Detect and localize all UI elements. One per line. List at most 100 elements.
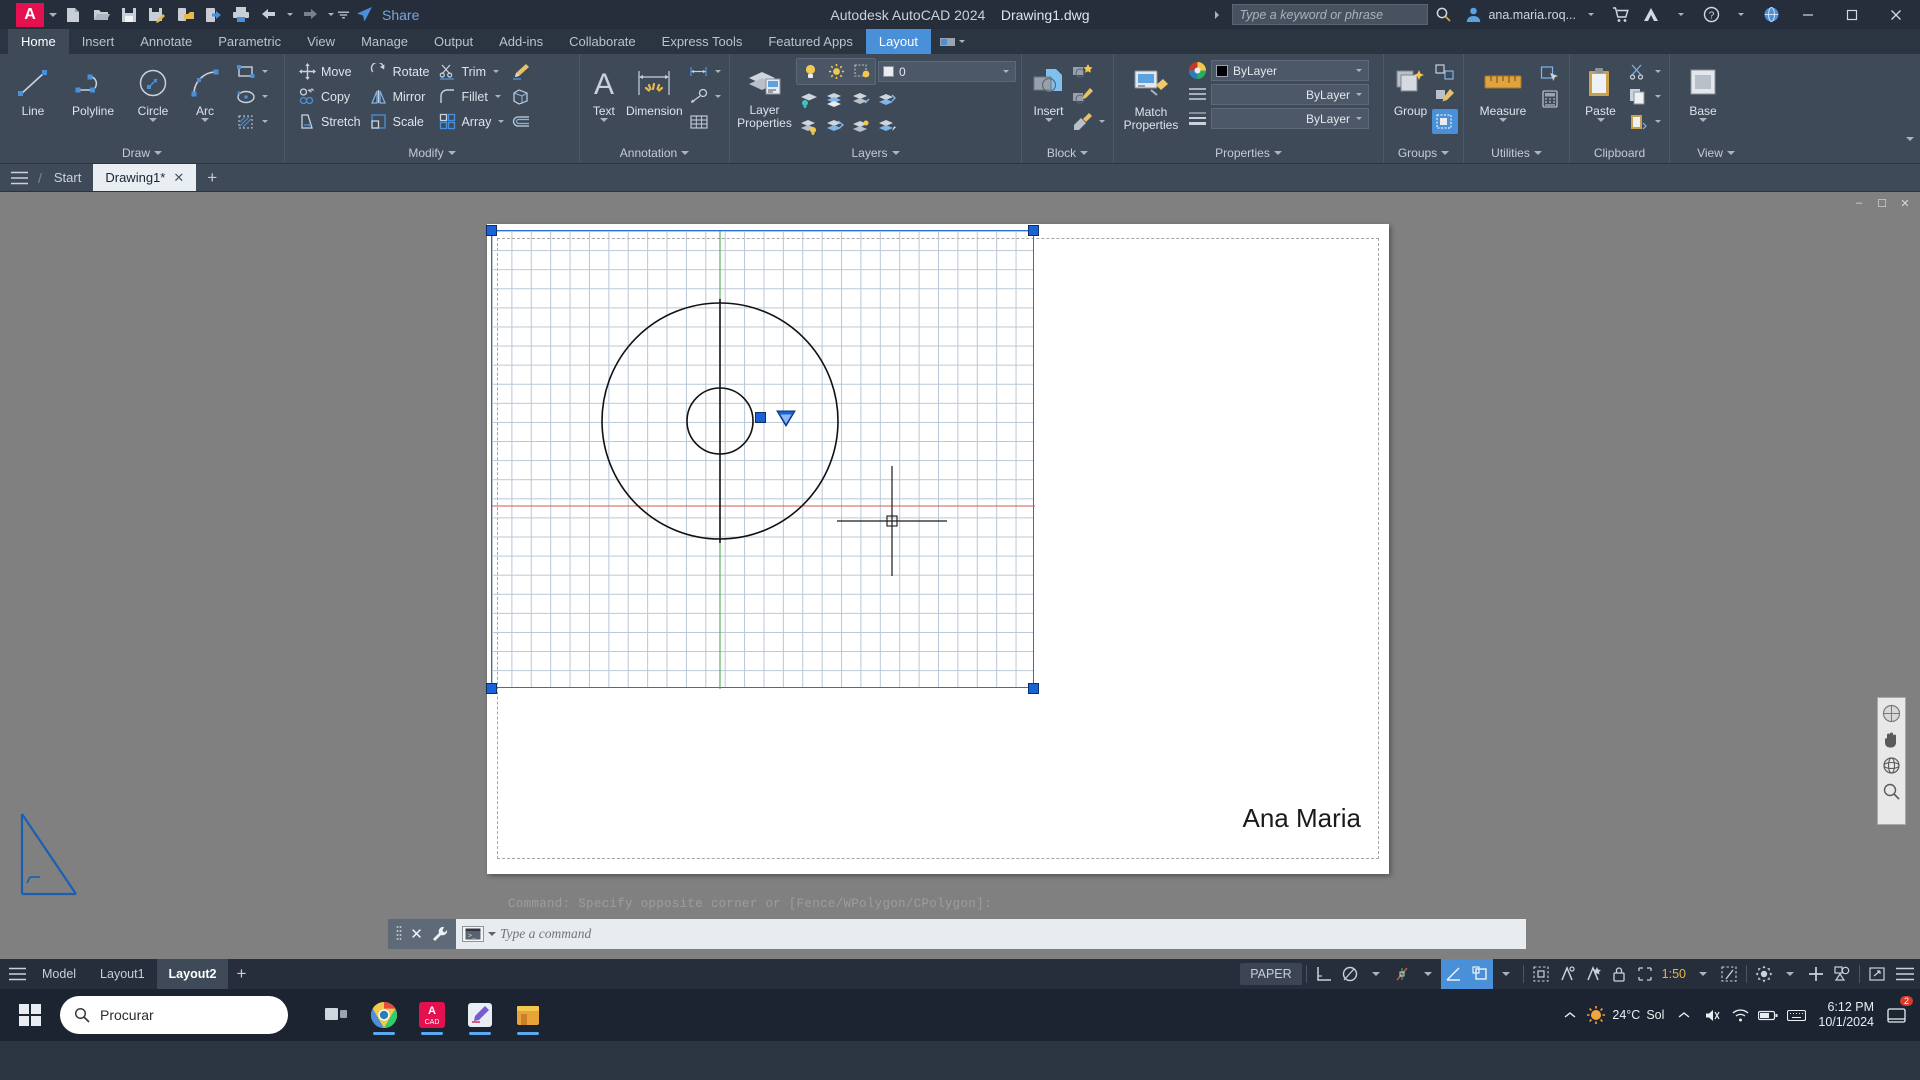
tray-expand-icon[interactable] [1672, 1000, 1696, 1030]
erase-icon[interactable] [507, 59, 533, 84]
modify-fillet-chevron-icon[interactable] [492, 95, 504, 98]
ortho-icon[interactable] [1311, 959, 1337, 989]
undo-icon[interactable] [255, 3, 283, 27]
ungroup-icon[interactable] [1432, 59, 1458, 84]
taskbar-search-input[interactable]: Procurar [60, 996, 288, 1034]
rectangle-chevron-icon[interactable] [259, 70, 271, 73]
battery-icon[interactable] [1756, 1000, 1780, 1030]
plot-icon[interactable] [227, 3, 255, 27]
modify-scale-button[interactable]: Scale [365, 109, 434, 134]
draw-arc-button[interactable]: Arc [181, 59, 229, 122]
volume-icon[interactable] [1700, 1000, 1724, 1030]
modify-copy-button[interactable]: Copy [293, 84, 365, 109]
drawing-area[interactable]: – ☐ ✕ Ana Maria Command: Specify opposit… [0, 192, 1920, 959]
osnap-chevron-icon[interactable] [1415, 959, 1441, 989]
redo-dropdown-icon[interactable] [324, 13, 337, 16]
layer-properties-button[interactable]: Layer Properties [735, 58, 794, 130]
annotation-scale-lock-icon[interactable] [1606, 959, 1632, 989]
ribbon-tab-manage[interactable]: Manage [348, 29, 421, 54]
edit-block-icon[interactable] [1070, 84, 1096, 109]
annotation-dimension-button[interactable]: Dimension [623, 59, 686, 118]
object-color-chevron-icon[interactable] [1352, 69, 1366, 72]
autocad-icon[interactable]: A CAD [408, 993, 456, 1037]
panel-title-layers[interactable]: Layers [730, 143, 1021, 163]
weather-widget[interactable]: 24°C Sol [1586, 1005, 1668, 1025]
save-icon[interactable] [115, 3, 143, 27]
panel-title-view[interactable]: View [1670, 143, 1762, 163]
layer-turn-all-on-icon[interactable] [874, 114, 900, 139]
object-linetype-combo[interactable]: ByLayer [1211, 84, 1369, 105]
user-avatar-icon[interactable] [1458, 2, 1488, 28]
network-icon[interactable] [1728, 1000, 1752, 1030]
layout-tab-model[interactable]: Model [30, 959, 88, 989]
add-tool-icon[interactable] [1803, 959, 1829, 989]
base-view-chevron-icon[interactable] [1699, 118, 1707, 122]
redo-icon[interactable] [296, 3, 324, 27]
copy-clip-icon[interactable] [1626, 84, 1652, 109]
draw-line-button[interactable]: Line [5, 59, 61, 118]
table-icon[interactable] [686, 109, 712, 134]
layer-match-icon[interactable] [796, 114, 822, 139]
ribbon-tab-home[interactable]: Home [8, 29, 69, 54]
share-label[interactable]: Share [382, 7, 419, 23]
annotation-text-button[interactable]: A Text [585, 59, 623, 122]
selection-cycling-icon[interactable] [1829, 959, 1855, 989]
undo-dropdown-icon[interactable] [283, 13, 296, 16]
paper-sheet[interactable]: Ana Maria [486, 224, 1389, 874]
status-bar-menu-icon[interactable] [1890, 959, 1920, 989]
object-linetype-chevron-icon[interactable] [1352, 93, 1366, 96]
save-to-web-icon[interactable] [171, 3, 199, 27]
command-line-handle[interactable]: ✕ [388, 919, 456, 949]
paste-chevron-icon[interactable] [1596, 118, 1605, 122]
hatch-chevron-icon[interactable] [259, 120, 271, 123]
ribbon-tab-insert[interactable]: Insert [69, 29, 128, 54]
ribbon-contextual-menu[interactable] [931, 29, 973, 54]
modify-array-chevron-icon[interactable] [495, 120, 507, 123]
viewport-grip-bottom-left[interactable] [486, 683, 497, 694]
viewport-grip-top-left[interactable] [486, 225, 497, 236]
close-viewport-icon[interactable]: ✕ [1898, 197, 1912, 210]
viewport-grip-bottom-right[interactable] [1028, 683, 1039, 694]
viewport-maximize-icon[interactable] [1716, 959, 1742, 989]
leader-chevron-icon[interactable] [712, 95, 724, 98]
panel-title-modify[interactable]: Modify [285, 143, 579, 163]
linear-dimension-chevron-icon[interactable] [712, 70, 724, 73]
search-icon[interactable] [1428, 2, 1458, 28]
chrome-icon[interactable] [360, 993, 408, 1037]
minimize-viewport-icon[interactable]: – [1852, 197, 1866, 210]
copy-clip-chevron-icon[interactable] [1652, 95, 1664, 98]
object-lineweight-chevron-icon[interactable] [1352, 117, 1366, 120]
draw-circle-chevron-icon[interactable] [149, 118, 157, 122]
cart-icon[interactable] [1606, 2, 1636, 28]
layout-tab-layout1[interactable]: Layout1 [88, 959, 156, 989]
layout-viewport[interactable] [491, 230, 1035, 689]
paste-button[interactable]: Paste [1575, 59, 1626, 122]
draw-polyline-button[interactable]: Polyline [61, 59, 125, 118]
clean-screen-icon[interactable] [1864, 959, 1890, 989]
status-menu-icon[interactable] [4, 959, 30, 989]
autodesk-account-globe-icon[interactable] [1756, 2, 1786, 28]
measure-button[interactable]: Measure [1469, 59, 1537, 122]
polar-tracking-icon[interactable] [1337, 959, 1363, 989]
ribbon-tab-output[interactable]: Output [421, 29, 486, 54]
keyboard-icon[interactable] [1784, 1000, 1808, 1030]
orbit-icon[interactable] [1882, 755, 1902, 775]
add-layout-icon[interactable]: + [228, 959, 254, 989]
panel-title-clipboard[interactable]: Clipboard [1570, 143, 1669, 163]
ribbon-tab-annotate[interactable]: Annotate [127, 29, 205, 54]
lineweight-icon[interactable] [1187, 109, 1207, 129]
modify-stretch-button[interactable]: Stretch [293, 109, 365, 134]
modify-mirror-button[interactable]: Mirror [365, 84, 434, 109]
paper-title-text[interactable]: Ana Maria [1243, 803, 1362, 834]
application-menu-icon[interactable] [0, 164, 38, 191]
modify-trim-chevron-icon[interactable] [490, 70, 502, 73]
otrack-icon[interactable] [1440, 959, 1467, 989]
command-line[interactable]: ✕ >_ Type a command [388, 919, 1526, 949]
osnap-icon[interactable] [1389, 959, 1415, 989]
customization-chevron-icon[interactable] [1777, 959, 1803, 989]
cut-icon[interactable] [1626, 59, 1652, 84]
qat-customize-icon[interactable] [337, 9, 350, 21]
layer-onoff-icon[interactable] [797, 59, 823, 84]
layout-tab-layout2[interactable]: Layout2 [156, 959, 229, 989]
lineweight-chevron-icon[interactable] [1493, 959, 1519, 989]
